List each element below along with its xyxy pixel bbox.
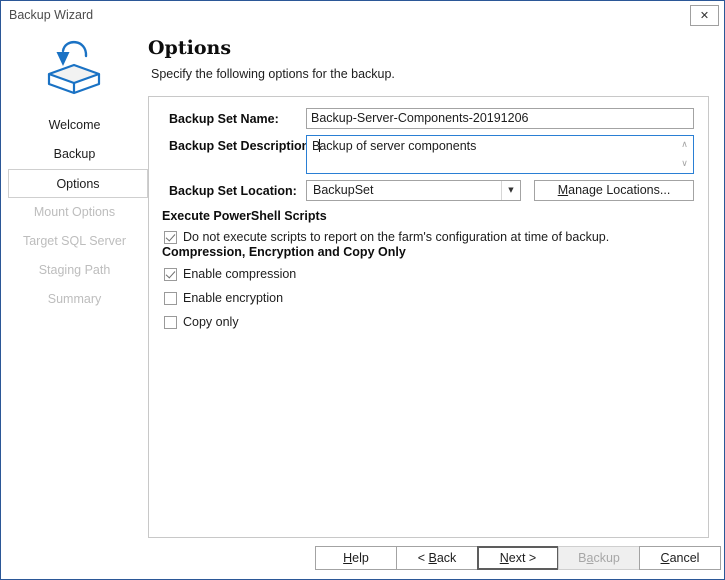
backup-set-description-input[interactable]: Backup of server components ∧ ∨ — [306, 135, 694, 174]
back-button[interactable]: < Back — [396, 546, 478, 570]
page-title: Options — [148, 37, 395, 59]
back-pre: < — [418, 551, 429, 565]
backup-set-location-label: Backup Set Location: — [169, 184, 297, 198]
backup-set-description-label: Backup Set Description: — [169, 139, 313, 153]
section-title: Compression, Encryption and Copy Only — [162, 245, 412, 259]
manage-locations-button[interactable]: Manage Locations... — [534, 180, 694, 201]
section-title: Execute PowerShell Scripts — [162, 209, 333, 223]
checkbox-do-not-execute-scripts[interactable] — [164, 231, 177, 244]
title-bar: Backup Wizard ✕ — [1, 1, 724, 29]
page-header: Options Specify the following options fo… — [148, 37, 395, 81]
sidebar-item-mount-options: Mount Options — [1, 198, 148, 227]
wizard-step-nav: Welcome Backup Options Mount Options Tar… — [1, 111, 148, 314]
next-button[interactable]: Next > — [477, 546, 559, 570]
backup-button: Backup — [558, 546, 640, 570]
backup-set-name-input[interactable]: Backup-Server-Components-20191206 — [306, 108, 694, 129]
chevron-down-icon[interactable]: ▼ — [501, 181, 520, 200]
section-compression-encryption-copy-only: Compression, Encryption and Copy Only — [162, 245, 695, 262]
chevron-up-icon[interactable]: ∧ — [676, 137, 693, 153]
close-icon[interactable]: ✕ — [690, 5, 719, 26]
checkbox-copy-only[interactable] — [164, 316, 177, 329]
manage-locations-rest: anage Locations... — [568, 183, 670, 197]
dialog-footer: Help < Back Next > Backup Cancel — [1, 546, 724, 580]
next-accel: N — [500, 551, 509, 565]
help-accel: H — [343, 551, 352, 565]
section-execute-powershell-scripts: Execute PowerShell Scripts — [162, 209, 695, 226]
checkbox-label-enable-compression: Enable compression — [183, 267, 296, 281]
back-accel: B — [428, 551, 436, 565]
sidebar-item-target-sql-server: Target SQL Server — [1, 227, 148, 256]
backup-box-arrow-icon — [41, 34, 107, 96]
sidebar-item-options[interactable]: Options — [8, 169, 148, 198]
options-content-panel: Backup Set Name: Backup-Server-Component… — [148, 96, 709, 538]
checkbox-label-do-not-execute-scripts: Do not execute scripts to report on the … — [183, 230, 609, 244]
description-scrollbar[interactable]: ∧ ∨ — [675, 136, 693, 173]
backup-set-name-label: Backup Set Name: — [169, 112, 279, 126]
manage-locations-accel: M — [558, 183, 568, 197]
cancel-post: ancel — [670, 551, 700, 565]
backup-wizard-window: Backup Wizard ✕ Welcome Backup Options M… — [0, 0, 725, 580]
backup-set-location-select[interactable]: BackupSet ▼ — [306, 180, 521, 201]
back-post: ack — [437, 551, 456, 565]
backup-set-location-value: BackupSet — [313, 183, 373, 197]
sidebar-item-staging-path: Staging Path — [1, 256, 148, 285]
chevron-down-icon[interactable]: ∨ — [676, 156, 693, 172]
backup-post: ckup — [593, 551, 619, 565]
sidebar-item-welcome[interactable]: Welcome — [1, 111, 148, 140]
help-post: elp — [352, 551, 369, 565]
checkbox-label-enable-encryption: Enable encryption — [183, 291, 283, 305]
sidebar-item-backup[interactable]: Backup — [1, 140, 148, 169]
next-post: ext > — [509, 551, 536, 565]
cancel-button[interactable]: Cancel — [639, 546, 721, 570]
checkbox-label-copy-only: Copy only — [183, 315, 239, 329]
page-subtitle: Specify the following options for the ba… — [151, 67, 395, 81]
cancel-accel: C — [661, 551, 670, 565]
description-text-after-caret: ackup of server components — [319, 139, 476, 153]
sidebar-item-summary: Summary — [1, 285, 148, 314]
help-button[interactable]: Help — [315, 546, 397, 570]
checkbox-enable-encryption[interactable] — [164, 292, 177, 305]
checkbox-enable-compression[interactable] — [164, 268, 177, 281]
window-title: Backup Wizard — [9, 8, 93, 22]
backup-set-description-text: Backup of server components — [312, 138, 673, 154]
